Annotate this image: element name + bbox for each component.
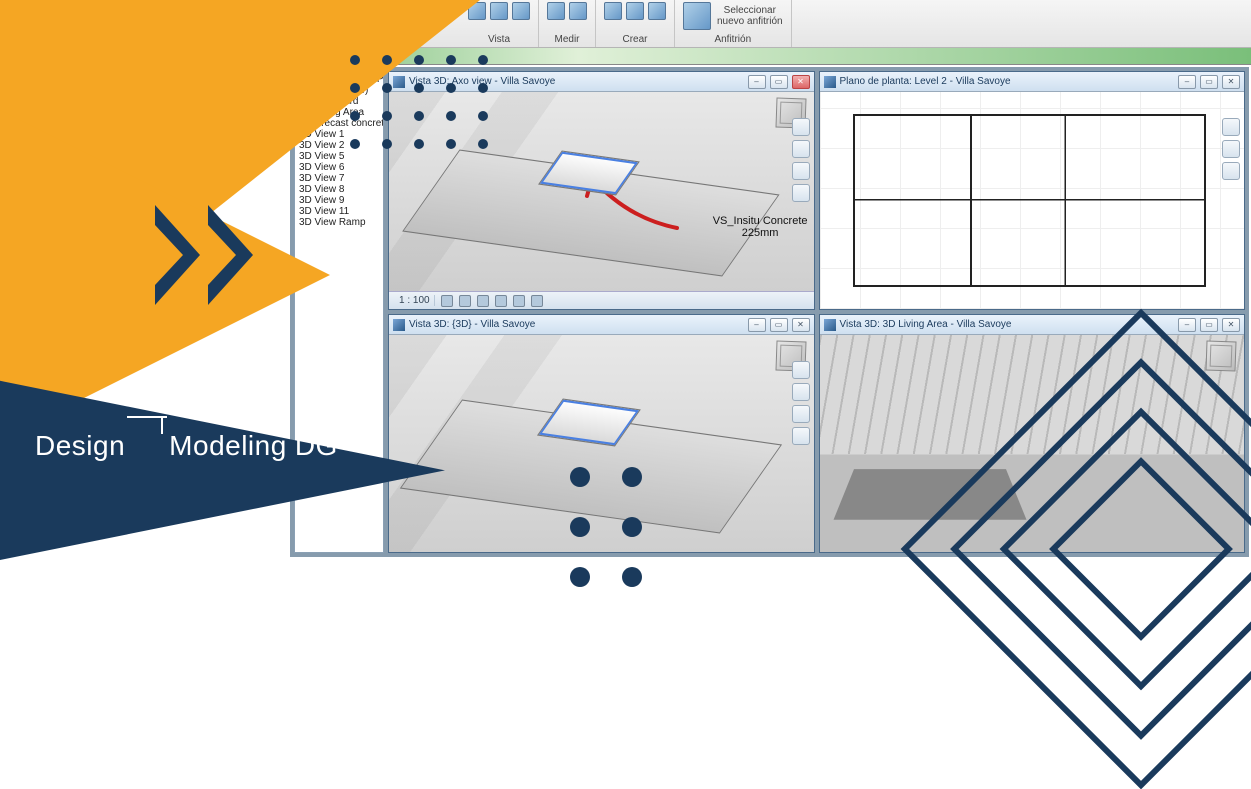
close-button[interactable]: ✕ — [1222, 318, 1240, 332]
hide-isolate-icon[interactable] — [531, 295, 543, 307]
browser-item[interactable]: 3D View 8 — [297, 184, 381, 195]
ribbon-panel-medir: Medir — [539, 0, 596, 47]
view-type-icon — [393, 319, 405, 331]
viewport-titlebar[interactable]: Plano de planta: Level 2 - Villa Savoye … — [820, 72, 1245, 92]
nav-bar — [1222, 118, 1242, 180]
nav-wheel-icon[interactable] — [792, 118, 810, 136]
maximize-button[interactable]: ▭ — [1200, 318, 1218, 332]
browser-item[interactable]: 3D View Ramp — [297, 217, 381, 228]
view-type-icon — [824, 76, 836, 88]
zoom-icon[interactable] — [792, 162, 810, 180]
viewport-title-text: Vista 3D: 3D Living Area - Villa Savoye — [840, 319, 1012, 330]
maximize-button[interactable]: ▭ — [770, 75, 788, 89]
ribbon-panel-vista: Vista — [460, 0, 539, 47]
orbit-icon[interactable] — [792, 427, 810, 445]
pan-icon[interactable] — [792, 383, 810, 401]
ribbon-tool-icon[interactable] — [604, 2, 622, 20]
minimize-button[interactable]: – — [748, 75, 766, 89]
overlay-chevrons-icon — [155, 205, 261, 305]
view-scale[interactable]: 1 : 100 — [395, 295, 435, 306]
logo-word-3: DG — [295, 430, 338, 462]
browser-item[interactable]: 3D View 5 — [297, 151, 381, 162]
minimize-button[interactable]: – — [748, 318, 766, 332]
ribbon-tool-icon[interactable] — [512, 2, 530, 20]
browser-item[interactable]: 3D View 9 — [297, 195, 381, 206]
zoom-icon[interactable] — [1222, 162, 1240, 180]
shadows-icon[interactable] — [495, 295, 507, 307]
overlay-dot-grid — [350, 55, 490, 151]
nav-bar — [792, 118, 812, 202]
view-control-bar: 1 : 100 — [389, 291, 814, 309]
brand-logo: Design Modeling DG — [35, 430, 338, 462]
crane-icon — [127, 434, 167, 462]
minimize-button[interactable]: – — [1178, 75, 1196, 89]
sun-path-icon[interactable] — [477, 295, 489, 307]
logo-word-1: Design — [35, 430, 125, 462]
close-button[interactable]: ✕ — [792, 75, 810, 89]
ribbon-panel-label: Anfitrión — [714, 34, 751, 45]
logo-word-2: Modeling — [169, 430, 287, 462]
nav-wheel-icon[interactable] — [1222, 118, 1240, 136]
browser-item[interactable]: 3D View 7 — [297, 173, 381, 184]
select-host-label: Seleccionar nuevo anfitrión — [717, 5, 783, 27]
viewcube-icon[interactable] — [1205, 340, 1236, 371]
close-button[interactable]: ✕ — [1222, 75, 1240, 89]
ribbon-panel-label: Medir — [554, 34, 579, 45]
nav-wheel-icon[interactable] — [792, 361, 810, 379]
ribbon-tool-icon[interactable] — [648, 2, 666, 20]
orbit-icon[interactable] — [792, 184, 810, 202]
overlay-dot-grid-large — [570, 467, 644, 589]
ribbon-tool-icon[interactable] — [547, 2, 565, 20]
ribbon-tool-icon[interactable] — [569, 2, 587, 20]
zoom-icon[interactable] — [792, 405, 810, 423]
ribbon-tool-icon[interactable] — [490, 2, 508, 20]
viewport-floorplan: Plano de planta: Level 2 - Villa Savoye … — [819, 71, 1246, 310]
viewport-titlebar[interactable]: Vista 3D: {3D} - Villa Savoye – ▭ ✕ — [389, 315, 814, 335]
ribbon-panel-crear: Crear — [596, 0, 675, 47]
viewport-title-text: Vista 3D: {3D} - Villa Savoye — [409, 319, 535, 330]
ribbon-panel-label: Crear — [622, 34, 647, 45]
minimize-button[interactable]: – — [1178, 318, 1196, 332]
crop-icon[interactable] — [513, 295, 525, 307]
maximize-button[interactable]: ▭ — [770, 318, 788, 332]
browser-item[interactable]: 3D View 6 — [297, 162, 381, 173]
viewport-title-text: Plano de planta: Level 2 - Villa Savoye — [840, 76, 1011, 87]
viewport-titlebar[interactable]: Vista 3D: 3D Living Area - Villa Savoye … — [820, 315, 1245, 335]
ribbon-panel-label: Vista — [488, 34, 510, 45]
markup-arrow-icon — [567, 168, 687, 238]
nav-bar — [792, 361, 812, 445]
close-button[interactable]: ✕ — [792, 318, 810, 332]
visual-style-icon[interactable] — [459, 295, 471, 307]
pan-icon[interactable] — [1222, 140, 1240, 158]
maximize-button[interactable]: ▭ — [1200, 75, 1218, 89]
ribbon-tool-icon[interactable] — [626, 2, 644, 20]
detail-level-icon[interactable] — [441, 295, 453, 307]
view-type-icon — [824, 319, 836, 331]
viewport-canvas[interactable] — [820, 92, 1245, 309]
pan-icon[interactable] — [792, 140, 810, 158]
browser-item[interactable]: 3D View 11 — [297, 206, 381, 217]
element-annotation: VS_Insitu Concrete 225mm — [713, 215, 808, 239]
ribbon-panel-anfitrion: Seleccionar nuevo anfitrión Anfitrión — [675, 0, 792, 47]
select-host-icon[interactable] — [683, 2, 711, 30]
